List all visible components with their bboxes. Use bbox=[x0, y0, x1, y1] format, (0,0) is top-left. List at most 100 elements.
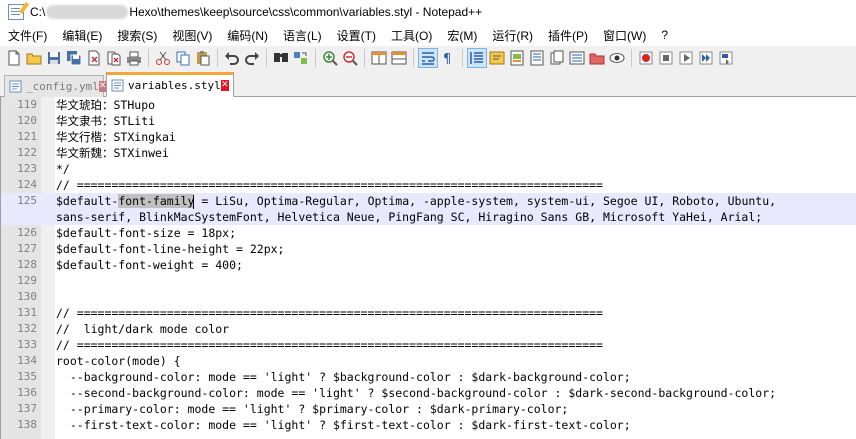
line-number: 138 bbox=[17, 418, 37, 431]
undo-icon[interactable] bbox=[223, 49, 241, 67]
open-file-icon[interactable] bbox=[25, 49, 43, 67]
save-all-icon[interactable] bbox=[65, 49, 83, 67]
line-number: 122 bbox=[17, 146, 37, 159]
title-path-prefix: C:\ bbox=[30, 4, 46, 19]
line-text: // light/dark mode color bbox=[56, 322, 230, 336]
menu-language[interactable]: 语言(L) bbox=[275, 27, 329, 44]
code-line: 123 */ bbox=[1, 161, 856, 177]
copy-icon[interactable] bbox=[174, 49, 192, 67]
tab-label: _config.yml bbox=[26, 80, 99, 93]
function-list-icon[interactable] bbox=[528, 49, 546, 67]
menu-window[interactable]: 窗口(W) bbox=[595, 27, 653, 44]
code-line: 122 华文新魏：STXinwei bbox=[1, 145, 856, 161]
menu-plugins[interactable]: 插件(P) bbox=[540, 27, 595, 44]
line-number: 127 bbox=[17, 242, 37, 255]
notepadpp-icon bbox=[8, 4, 24, 20]
line-text: $default-font-line-height = 22px; bbox=[56, 242, 285, 256]
menu-run[interactable]: 运行(R) bbox=[484, 27, 540, 44]
doc-list-icon[interactable] bbox=[568, 49, 586, 67]
code-line: 120 华文隶书：STLiti bbox=[1, 113, 856, 129]
line-number: 136 bbox=[17, 386, 37, 399]
tab-variables-styl[interactable]: variables.styl ✕ bbox=[106, 72, 234, 97]
document-map-icon[interactable] bbox=[508, 49, 526, 67]
close-file-icon[interactable] bbox=[85, 49, 103, 67]
line-number: 126 bbox=[17, 226, 37, 239]
line-number: 120 bbox=[17, 114, 37, 127]
menu-view[interactable]: 视图(V) bbox=[164, 27, 219, 44]
menu-encoding[interactable]: 编码(N) bbox=[219, 27, 275, 44]
show-all-chars-icon[interactable]: ¶ bbox=[439, 49, 457, 67]
toolbar-separator bbox=[462, 49, 463, 67]
line-number: 137 bbox=[17, 402, 37, 415]
line-text: --first-text-color: mode == 'light' ? $f… bbox=[56, 418, 631, 432]
folder-as-workspace-icon[interactable] bbox=[588, 49, 606, 67]
new-file-icon[interactable] bbox=[5, 49, 23, 67]
line-text: sans-serif, BlinkMacSystemFont, Helvetic… bbox=[56, 210, 763, 224]
tab-bar: _config.yml ✕ variables.styl ✕ bbox=[0, 70, 856, 97]
cut-icon[interactable] bbox=[154, 49, 172, 67]
zoom-in-icon[interactable] bbox=[321, 49, 339, 67]
title-bar: C:\ Hexo\themes\keep\source\css\common\va… bbox=[0, 0, 856, 24]
menu-macro[interactable]: 宏(M) bbox=[439, 27, 484, 44]
monitoring-icon[interactable] bbox=[608, 49, 626, 67]
menu-file[interactable]: 文件(F) bbox=[0, 27, 54, 44]
line-number: 133 bbox=[17, 338, 37, 351]
code-editor[interactable]: 119 华文琥珀：STHupo 120 华文隶书：STLiti 121 华文行楷：ST… bbox=[0, 97, 856, 439]
sync-vertical-icon[interactable] bbox=[370, 49, 388, 67]
sync-horizontal-icon[interactable] bbox=[390, 49, 408, 67]
line-text: --primary-color: mode == 'light' ? $prim… bbox=[56, 402, 569, 416]
line-text: // =====================================… bbox=[56, 306, 603, 320]
code-line: 137 --primary-color: mode == 'light' ? $… bbox=[1, 401, 856, 417]
redo-icon[interactable] bbox=[243, 49, 261, 67]
file-icon bbox=[9, 80, 22, 93]
code-line: 124 // ==================================… bbox=[1, 177, 856, 193]
folder-workspace-icon[interactable] bbox=[548, 49, 566, 67]
toolbar-separator bbox=[217, 49, 218, 67]
save-macro-icon[interactable] bbox=[717, 49, 735, 67]
play-macro-multiple-icon[interactable] bbox=[697, 49, 715, 67]
menu-tools[interactable]: 工具(O) bbox=[383, 27, 439, 44]
find-icon[interactable] bbox=[272, 49, 290, 67]
menu-bar: 文件(F) 编辑(E) 搜索(S) 视图(V) 编码(N) 语言(L) 设置(T… bbox=[0, 24, 856, 46]
close-all-icon[interactable] bbox=[105, 49, 123, 67]
code-line: 119 华文琥珀：STHupo bbox=[1, 97, 856, 113]
record-macro-icon[interactable] bbox=[637, 49, 655, 67]
stop-macro-icon[interactable] bbox=[657, 49, 675, 67]
line-number: 132 bbox=[17, 322, 37, 335]
zoom-out-icon[interactable] bbox=[341, 49, 359, 67]
line-number: 130 bbox=[17, 290, 37, 303]
redacted-path-segment bbox=[46, 5, 129, 20]
toolbar-separator bbox=[148, 49, 149, 67]
paste-icon[interactable] bbox=[194, 49, 212, 67]
menu-edit[interactable]: 编辑(E) bbox=[54, 27, 109, 44]
menu-settings[interactable]: 设置(T) bbox=[329, 27, 383, 44]
line-text: $default-font-family = LiSu, Optima-Regu… bbox=[56, 193, 776, 209]
code-line: 131 // ==================================… bbox=[1, 305, 856, 321]
code-lines: 119 华文琥珀：STHupo 120 华文隶书：STLiti 121 华文行楷：ST… bbox=[1, 97, 856, 433]
close-icon[interactable]: ✕ bbox=[220, 80, 229, 91]
user-language-icon[interactable] bbox=[488, 49, 506, 67]
save-icon[interactable] bbox=[45, 49, 63, 67]
line-text: $default-font-weight = 400; bbox=[56, 258, 243, 272]
menu-search[interactable]: 搜索(S) bbox=[109, 27, 164, 44]
toolbar: ¶ bbox=[0, 46, 856, 70]
line-number: 134 bbox=[17, 354, 37, 367]
print-icon[interactable] bbox=[125, 49, 143, 67]
play-macro-icon[interactable] bbox=[677, 49, 695, 67]
tab-config-yml[interactable]: _config.yml ✕ bbox=[4, 75, 107, 97]
line-number: 135 bbox=[17, 370, 37, 383]
code-line: 127 $default-font-line-height = 22px; bbox=[1, 241, 856, 257]
code-line: 133 // ==================================… bbox=[1, 337, 856, 353]
line-text: 华文行楷：STXingkai bbox=[56, 130, 176, 144]
toolbar-separator bbox=[413, 49, 414, 67]
word-wrap-icon[interactable] bbox=[418, 48, 438, 68]
replace-icon[interactable] bbox=[292, 49, 310, 67]
line-text: 华文隶书：STLiti bbox=[56, 114, 156, 128]
line-text: --second-background-color: mode == 'ligh… bbox=[56, 386, 777, 400]
code-line: 132 // light/dark mode color bbox=[1, 321, 856, 337]
menu-help[interactable]: ? bbox=[653, 28, 675, 42]
indent-guide-icon[interactable] bbox=[467, 48, 487, 68]
code-line: 129 bbox=[1, 273, 856, 289]
code-line: 136 --second-background-color: mode == '… bbox=[1, 385, 856, 401]
line-number: 129 bbox=[17, 274, 37, 287]
